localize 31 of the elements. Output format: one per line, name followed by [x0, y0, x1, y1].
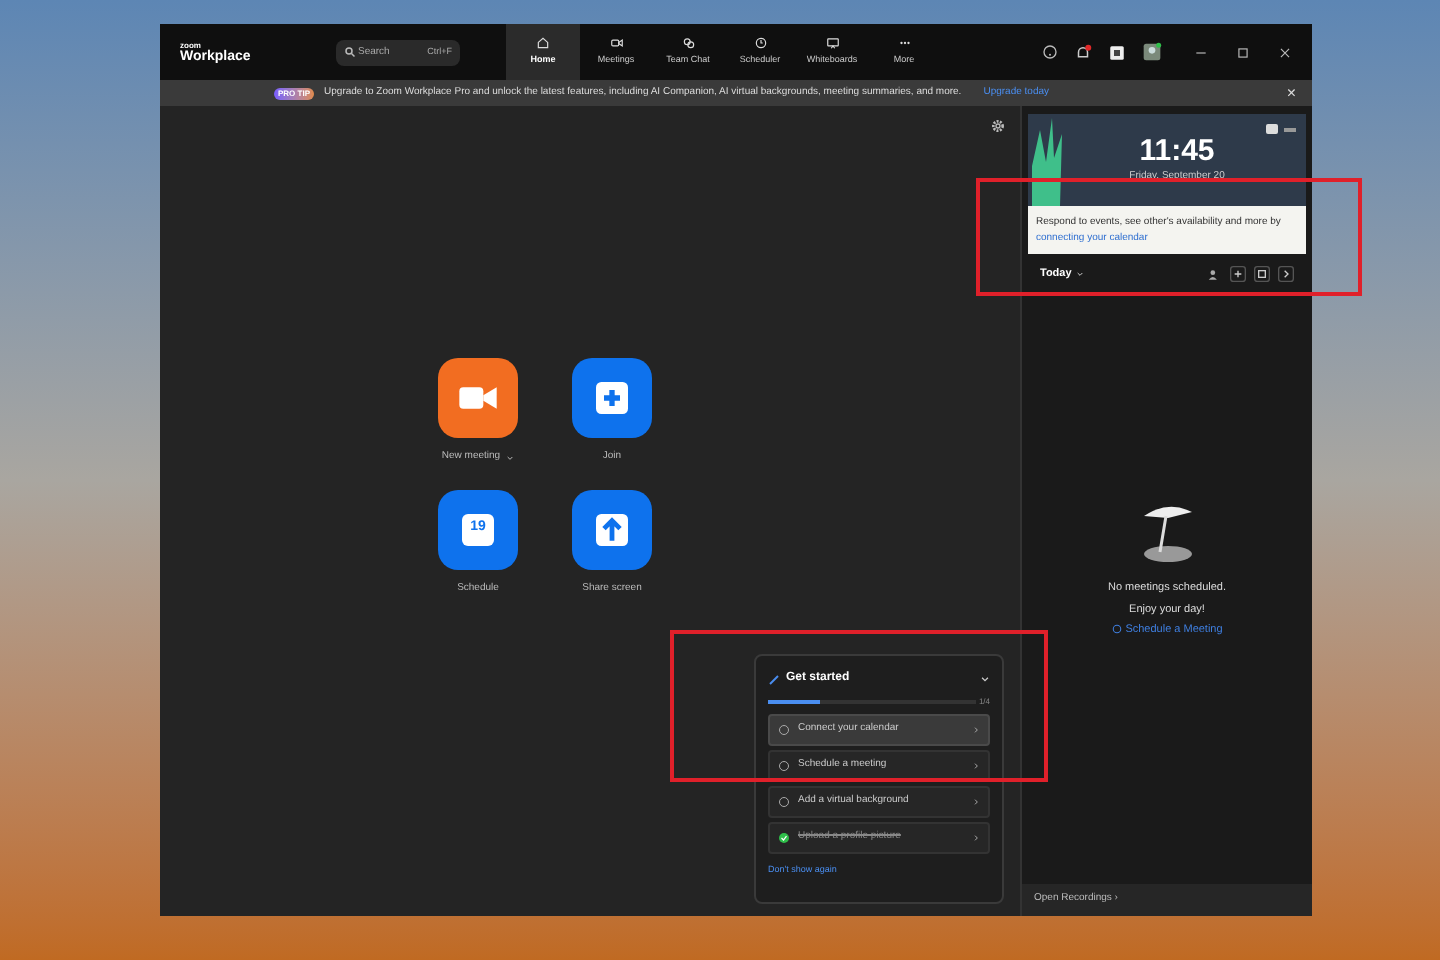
- settings-icon[interactable]: [990, 118, 1006, 134]
- app-tile-icon[interactable]: [1108, 43, 1126, 61]
- search-icon: [344, 46, 356, 58]
- clock-time: 11:45: [1139, 135, 1215, 166]
- calendar-icon[interactable]: [1254, 266, 1270, 283]
- circle-icon: [778, 724, 790, 736]
- close-button[interactable]: ×: [1286, 85, 1296, 101]
- action-button[interactable]: [438, 358, 518, 438]
- avatar-icon[interactable]: [1142, 42, 1162, 62]
- circle-icon: [778, 760, 790, 772]
- person-filter-icon[interactable]: [1206, 267, 1222, 282]
- clock-icon: [753, 36, 767, 51]
- chevron-right-icon[interactable]: [1278, 266, 1294, 283]
- help-icon[interactable]: [1042, 44, 1058, 60]
- action-button[interactable]: [572, 358, 652, 438]
- action-button[interactable]: [572, 489, 652, 569]
- caret-icon: [1075, 270, 1084, 279]
- clock-icon: [1111, 624, 1122, 635]
- home-icon: [536, 36, 550, 51]
- check-circle-icon: [778, 832, 790, 844]
- caret-icon[interactable]: [506, 453, 515, 462]
- square-icon[interactable]: [1266, 124, 1278, 134]
- close-icon[interactable]: [1278, 45, 1292, 59]
- whiteboard-icon: [825, 36, 839, 51]
- circle-icon: [778, 796, 790, 808]
- chevron-icon[interactable]: [980, 674, 990, 684]
- bell-icon[interactable]: [1074, 43, 1092, 61]
- plus-icon[interactable]: [1230, 266, 1246, 283]
- video-camera-icon: [609, 36, 623, 51]
- chat-bubbles-icon: [681, 36, 695, 51]
- maximize-icon[interactable]: [1236, 45, 1250, 59]
